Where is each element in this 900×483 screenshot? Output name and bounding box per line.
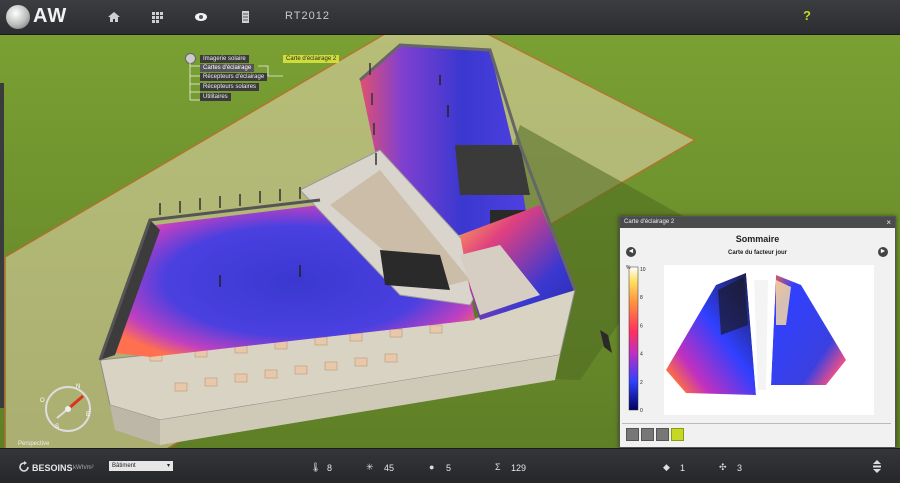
home-icon[interactable] — [107, 11, 121, 23]
tree-item-utilities[interactable]: Utilitaires — [200, 93, 231, 101]
stat-total: 129 — [511, 463, 527, 473]
colorbar — [628, 266, 639, 411]
drop-icon: ◆ — [663, 462, 670, 472]
refresh-icon[interactable] — [18, 461, 30, 473]
colorbar-tick-label: 6 — [640, 323, 643, 329]
sigma-icon: Σ — [495, 462, 501, 472]
tree-item-solar-receivers[interactable]: Récepteurs solaires — [200, 83, 260, 91]
expand-collapse-icon[interactable] — [872, 460, 882, 473]
app-logo — [6, 5, 30, 29]
daylight-factor-chart: 0 2 4 6 8 10 % — [626, 265, 874, 415]
panel-titlebar[interactable]: Carte d'éclairage 2 × — [620, 217, 895, 228]
help-button[interactable]: ? — [803, 8, 811, 23]
colorbar-tick-label: 2 — [640, 380, 643, 386]
panel-tool-help-icon[interactable] — [671, 428, 684, 441]
close-icon[interactable]: × — [886, 217, 891, 228]
stat-cooling: 45 — [384, 463, 395, 473]
panel-toolbar — [622, 423, 891, 444]
tree-item-lighting-map-2[interactable]: Carte d'éclairage 2 — [283, 55, 340, 63]
compass-s: S — [55, 424, 60, 430]
colorbar-unit: % — [626, 265, 631, 271]
panel-tool-image-icon[interactable] — [626, 428, 639, 441]
stat-water: 1 — [680, 463, 686, 473]
colorbar-tick-label: 10 — [640, 267, 646, 273]
colorbar-tick-label: 4 — [640, 352, 643, 358]
view-mode-label[interactable]: Perspective — [18, 441, 49, 447]
scope-select[interactable]: Bâtiment ▾ — [109, 461, 173, 471]
chevron-down-icon: ▾ — [166, 463, 170, 469]
bulb-icon: ● — [429, 462, 435, 472]
stat-lighting: 5 — [446, 463, 452, 473]
compass-w: O — [40, 398, 45, 404]
document-icon[interactable] — [238, 11, 252, 23]
chart-title: Carte du facteur jour — [727, 250, 787, 256]
tree-item-solar-imaging[interactable]: Imagerie solaire — [200, 55, 249, 63]
grid-icon[interactable] — [150, 11, 164, 23]
bottom-status-bar: BESOINS kWh/m² Bâtiment ▾ 🌡 8 ✳ 45 ● 5 Σ… — [0, 448, 900, 483]
stat-heating: 8 — [327, 463, 333, 473]
panel-tool-list-icon[interactable] — [656, 428, 669, 441]
compass-rose-icon — [56, 394, 84, 419]
colorbar-tick-label: 8 — [640, 295, 643, 301]
stat-ventilation: 3 — [737, 463, 743, 473]
panel-tool-file-icon[interactable] — [641, 428, 654, 441]
panel-title: Carte d'éclairage 2 — [624, 219, 675, 225]
besoins-label: BESOINS — [32, 463, 73, 473]
scope-select-value: Bâtiment — [112, 463, 136, 469]
panel-heading: Sommaire — [735, 234, 780, 244]
tree-item-lighting-maps[interactable]: Cartes d'éclairage — [200, 64, 255, 72]
snowflake-icon: ✳ — [366, 462, 374, 472]
left-collapse-tab[interactable] — [0, 83, 4, 408]
besoins-unit: kWh/m² — [73, 465, 94, 471]
compass-widget[interactable] — [45, 386, 91, 432]
app-logo-text: AW — [33, 5, 68, 27]
lighting-map-panel: Carte d'éclairage 2 × Sommaire ◄ ► Carte… — [619, 216, 896, 448]
compass-e: E — [86, 412, 91, 418]
compass-n: N — [76, 384, 81, 390]
colorbar-tick-label: 0 — [640, 408, 643, 414]
thermometer-icon: 🌡 — [310, 462, 322, 472]
fan-icon: ✣ — [719, 462, 727, 472]
tree-item-lighting-receivers[interactable]: Récepteurs d'éclairage — [200, 73, 268, 81]
top-toolbar: AW RT2012 ? — [0, 0, 900, 35]
eye-icon[interactable] — [194, 11, 208, 23]
project-title: RT2012 — [285, 10, 330, 22]
